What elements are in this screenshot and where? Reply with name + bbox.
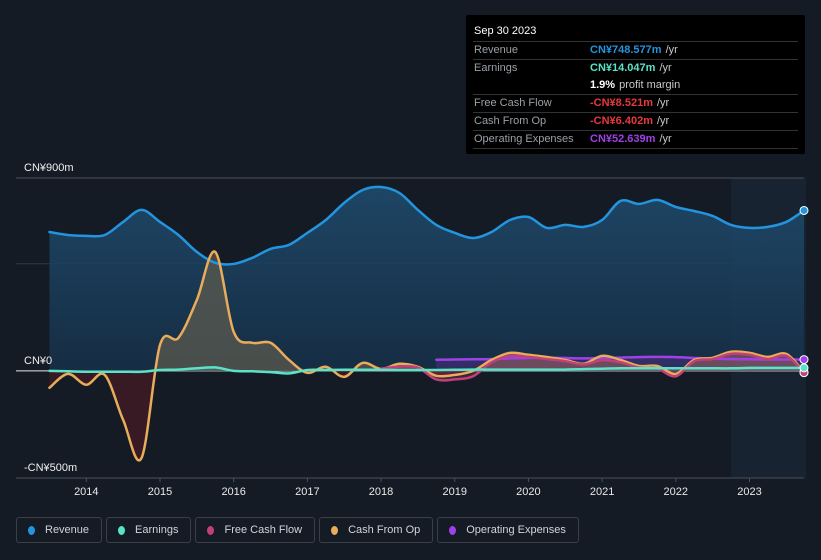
- earnings-end-marker: [799, 363, 809, 373]
- y-tick-label: CN¥900m: [24, 162, 74, 174]
- x-tick-label: 2016: [221, 486, 245, 498]
- legend-label: Free Cash Flow: [224, 524, 303, 536]
- legend-dot-icon: [28, 525, 35, 535]
- legend-item-cash-from-op[interactable]: Cash From Op: [319, 517, 434, 543]
- tooltip-unit: /yr: [665, 44, 678, 56]
- tooltip-label: Revenue: [474, 44, 519, 56]
- x-axis: 2014 2015 2016 2017 2018 2019 2020 2021 2022 2023: [74, 478, 762, 498]
- tooltip-value: CN¥52.639m: [590, 133, 656, 145]
- tooltip-date: Sep 30 2023: [473, 23, 798, 42]
- series-areas: [49, 186, 804, 461]
- tooltip-value: -CN¥8.521m: [590, 97, 653, 109]
- tooltip-label: Free Cash Flow: [474, 97, 552, 109]
- x-tick-label: 2014: [74, 486, 98, 498]
- data-tooltip: Sep 30 2023 Revenue CN¥748.577m/yr Earning…: [466, 15, 805, 154]
- x-tick-label: 2018: [369, 486, 393, 498]
- tooltip-unit: /yr: [656, 97, 670, 109]
- legend: Revenue Earnings Free Cash Flow Cash From O…: [16, 517, 579, 543]
- tooltip-value: CN¥748.577m: [590, 44, 662, 56]
- tooltip-row: 1.9% profit margin: [473, 77, 798, 95]
- legend-item-earnings[interactable]: Earnings: [106, 517, 192, 543]
- tooltip-unit: /yr: [656, 115, 670, 127]
- legend-label: Operating Expenses: [466, 524, 566, 536]
- y-tick-label: CN¥0: [24, 355, 52, 367]
- tooltip-row: Revenue CN¥748.577m/yr: [473, 42, 798, 60]
- x-tick-label: 2022: [664, 486, 688, 498]
- legend-item-revenue[interactable]: Revenue: [16, 517, 103, 543]
- legend-dot-icon: [449, 525, 457, 535]
- tooltip-label: Cash From Op: [474, 115, 547, 127]
- legend-label: Revenue: [45, 524, 90, 536]
- legend-item-free-cash-flow[interactable]: Free Cash Flow: [195, 517, 316, 543]
- tooltip-row: Operating Expenses CN¥52.639m/yr: [473, 131, 798, 149]
- revenue-end-marker: [799, 205, 809, 215]
- legend-item-operating-expenses[interactable]: Operating Expenses: [437, 517, 579, 543]
- legend-label: Cash From Op: [348, 524, 421, 536]
- legend-dot-icon: [118, 525, 126, 535]
- tooltip-value: 1.9%: [590, 79, 616, 91]
- operating-expenses-end-marker: [799, 355, 809, 365]
- tooltip-row: Earnings CN¥14.047m/yr: [473, 60, 798, 77]
- tooltip-unit: /yr: [659, 62, 672, 74]
- legend-dot-icon: [331, 525, 339, 535]
- tooltip-value: CN¥14.047m: [590, 62, 656, 74]
- x-tick-label: 2023: [737, 486, 761, 498]
- tooltip-value: -CN¥6.402m: [590, 115, 653, 127]
- tooltip-unit: /yr: [659, 133, 672, 145]
- tooltip-row: Free Cash Flow -CN¥8.521m/yr: [473, 95, 798, 113]
- tooltip-label: Operating Expenses: [474, 133, 574, 145]
- x-tick-label: 2021: [590, 486, 614, 498]
- tooltip-label: Earnings: [474, 62, 518, 74]
- legend-dot-icon: [207, 525, 215, 535]
- tooltip-unit: profit margin: [619, 79, 681, 91]
- y-tick-label: -CN¥500m: [24, 462, 77, 474]
- tooltip-row: Cash From Op -CN¥6.402m/yr: [473, 113, 798, 131]
- x-tick-label: 2020: [516, 486, 540, 498]
- legend-label: Earnings: [135, 524, 179, 536]
- x-tick-label: 2017: [295, 486, 319, 498]
- x-tick-label: 2015: [148, 486, 172, 498]
- x-tick-label: 2019: [442, 486, 466, 498]
- tooltip-label: [473, 77, 590, 94]
